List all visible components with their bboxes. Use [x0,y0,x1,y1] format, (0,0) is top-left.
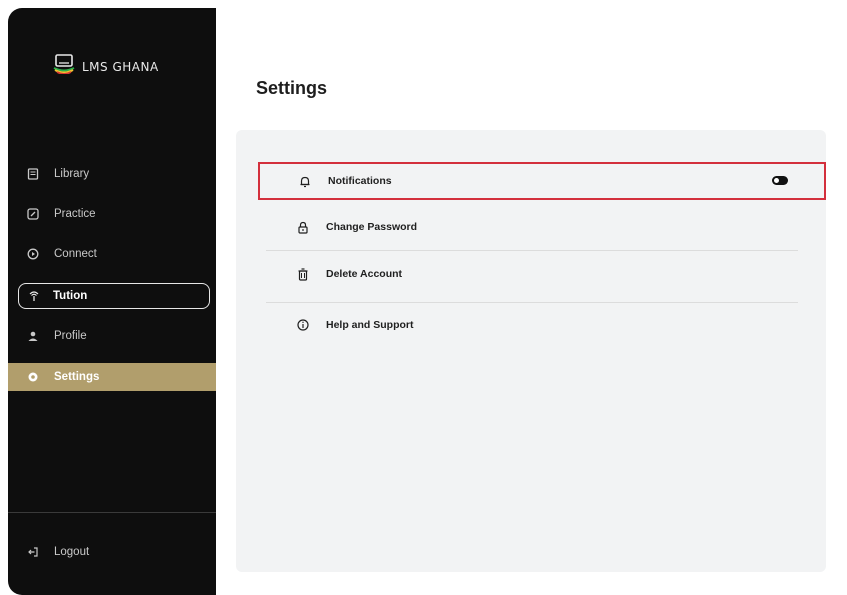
main-content: Settings Notifications Change Password D… [216,8,847,595]
user-icon [26,329,40,343]
sidebar-divider [8,512,216,513]
sidebar-item-label: Profile [54,330,87,342]
settings-item-help-support[interactable]: Help and Support [266,306,798,344]
gear-icon [26,370,40,384]
sidebar-item-label: Practice [54,208,96,220]
settings-item-notifications[interactable]: Notifications [258,162,826,200]
settings-item-change-password[interactable]: Change Password [266,208,798,246]
row-divider [266,250,798,251]
bell-icon [298,174,312,188]
settings-item-label: Change Password [326,221,418,233]
settings-panel: Notifications Change Password Delete Acc… [236,130,826,572]
settings-item-label: Notifications [328,175,392,187]
sidebar: LMS GHANA Library Practice Connect Tutio [8,8,216,595]
settings-item-label: Delete Account [326,268,403,280]
sidebar-item-label: Library [54,168,90,180]
settings-item-label: Help and Support [326,319,414,331]
info-icon [296,318,310,332]
page-title: Settings [256,78,328,98]
logout-label: Logout [54,546,90,558]
sidebar-item-label: Tution [53,290,88,302]
sidebar-item-library[interactable]: Library [8,160,216,188]
sidebar-item-label: Settings [54,371,100,383]
sidebar-item-tuition[interactable]: Tution [18,283,210,309]
logout-button[interactable]: Logout [8,538,216,566]
brand-name: LMS GHANA [82,59,159,74]
lock-icon [296,220,310,234]
row-divider [266,302,798,303]
sidebar-item-label: Connect [54,248,97,260]
edit-icon [26,207,40,221]
book-icon [26,167,40,181]
notifications-toggle[interactable] [772,176,788,185]
trash-icon [296,267,310,281]
laptop-logo-icon [52,54,76,79]
sidebar-item-settings[interactable]: Settings [8,363,216,391]
sidebar-item-connect[interactable]: Connect [8,240,216,268]
sidebar-item-profile[interactable]: Profile [8,322,216,350]
app-window: LMS GHANA Library Practice Connect Tutio [0,0,847,595]
logout-icon [26,545,40,559]
brand-logo[interactable]: LMS GHANA [52,54,159,79]
sidebar-item-practice[interactable]: Practice [8,200,216,228]
settings-item-delete-account[interactable]: Delete Account [266,255,798,293]
play-circle-icon [26,247,40,261]
antenna-icon [27,289,41,303]
